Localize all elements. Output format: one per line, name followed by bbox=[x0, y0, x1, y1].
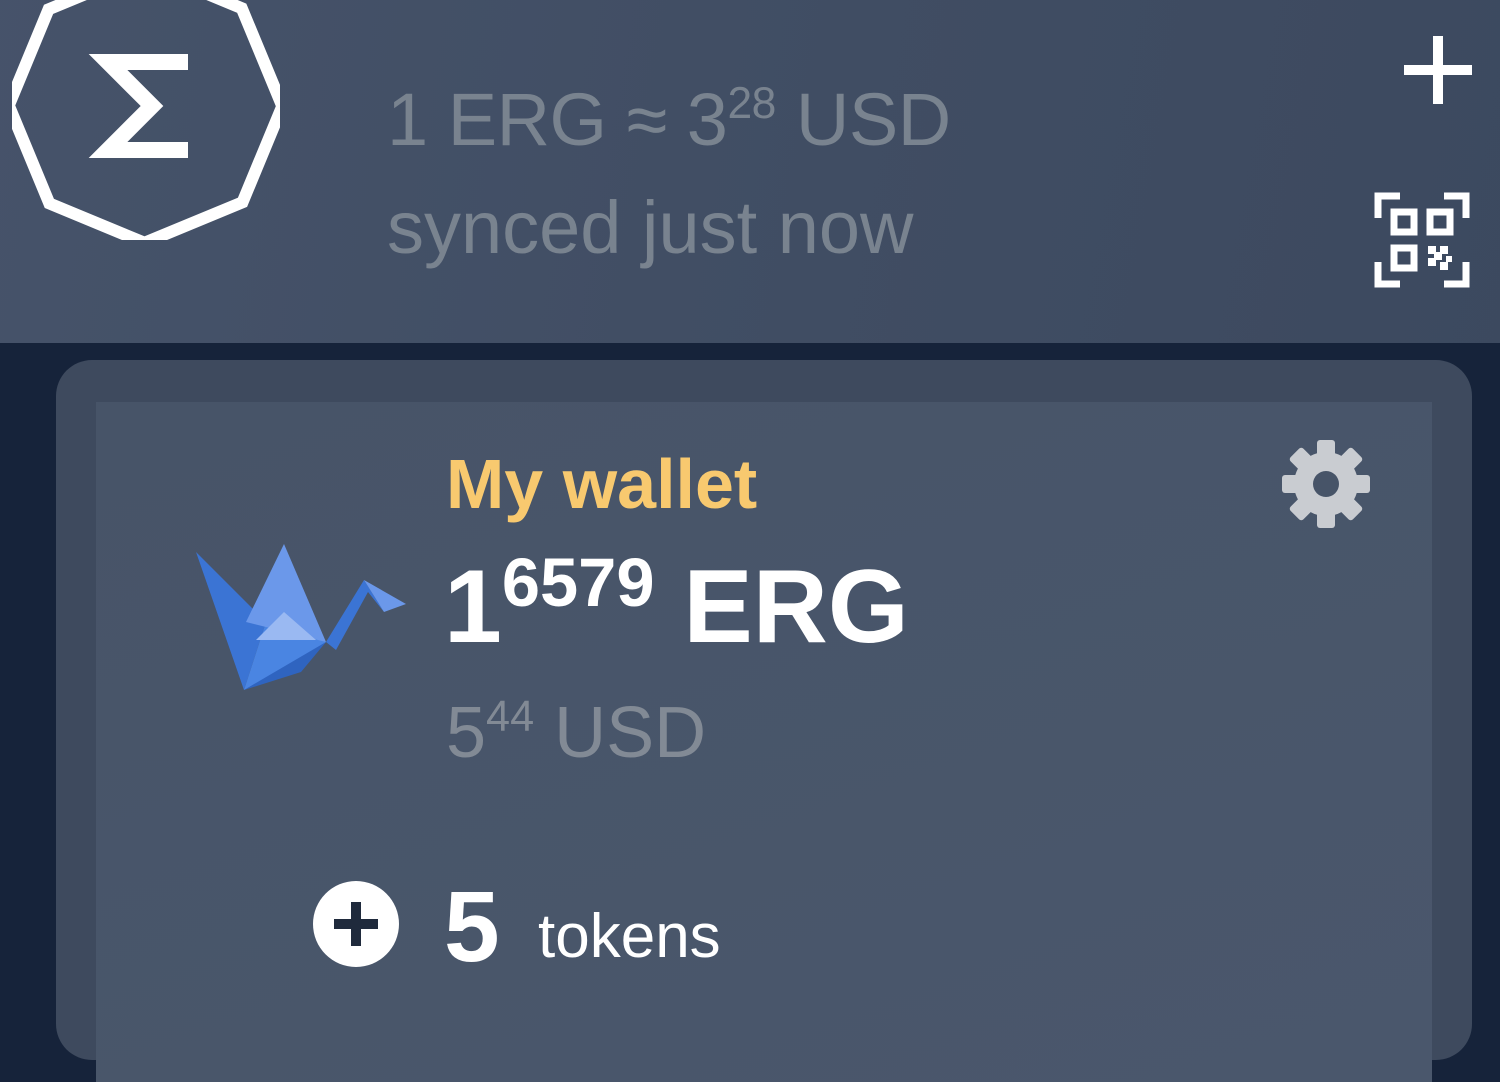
tokens-toggle[interactable]: 5 tokens bbox=[312, 872, 912, 982]
qr-scan-icon bbox=[1374, 192, 1470, 288]
plus-circle-icon[interactable] bbox=[312, 880, 400, 968]
wallet-settings-button[interactable] bbox=[1280, 438, 1372, 530]
plus-icon bbox=[1404, 36, 1472, 104]
wallet-card-content: My wallet 16579 ERG 544 USD 5 tokens bbox=[96, 402, 1432, 1082]
rate-currency: USD bbox=[795, 78, 951, 161]
fiat-decimals: 44 bbox=[486, 693, 535, 742]
wallet-name: My wallet bbox=[446, 445, 758, 523]
sync-status: synced just now bbox=[387, 186, 914, 269]
balance-integer: 1 bbox=[444, 549, 502, 665]
token-label: tokens bbox=[538, 902, 721, 971]
add-wallet-button[interactable] bbox=[1398, 30, 1478, 110]
rate-decimals: 28 bbox=[727, 79, 776, 129]
wallet-card[interactable]: My wallet 16579 ERG 544 USD 5 tokens bbox=[56, 360, 1472, 1082]
fiat-integer: 5 bbox=[446, 693, 487, 773]
fiat-currency: USD bbox=[554, 693, 707, 773]
wallet-balance: 16579 ERG bbox=[444, 544, 909, 674]
token-count: 5 bbox=[444, 871, 500, 983]
origami-crane-icon bbox=[196, 542, 406, 692]
exchange-rate: 1 ERG ≈ 328 USD bbox=[387, 78, 951, 173]
balance-unit: ERG bbox=[683, 549, 909, 665]
scan-qr-button[interactable] bbox=[1372, 190, 1472, 290]
ergo-logo-icon bbox=[12, 0, 280, 240]
balance-decimals: 6579 bbox=[501, 544, 655, 622]
wallet-fiat-value: 544 USD bbox=[446, 692, 706, 784]
gear-icon bbox=[1282, 440, 1370, 528]
rate-prefix: 1 ERG ≈ 3 bbox=[387, 78, 728, 161]
